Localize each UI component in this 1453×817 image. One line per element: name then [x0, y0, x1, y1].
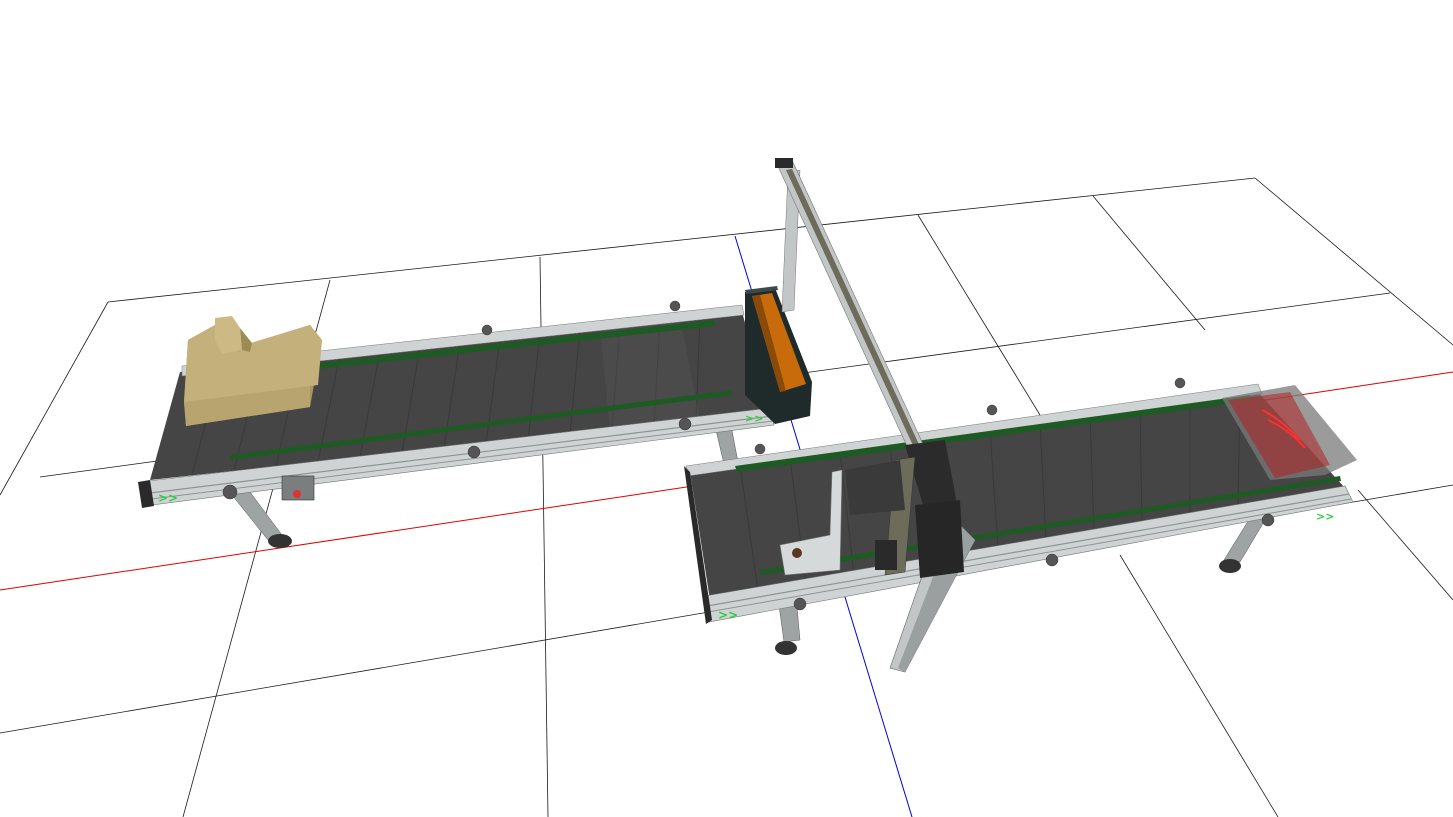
- grid-line: [1254, 177, 1453, 346]
- conveyor-wheel: [268, 534, 292, 548]
- gantry-gripper-block: [875, 540, 897, 570]
- gantry-carriage-motor: [915, 500, 964, 578]
- bracket-knob: [986, 404, 998, 416]
- grid-line: [107, 177, 1256, 303]
- simulation-viewport[interactable]: >> >> >> >>: [0, 0, 1453, 817]
- direction-arrow-icon: >>: [718, 608, 738, 622]
- bracket-knob: [1174, 377, 1186, 389]
- direction-arrow-icon: >>: [745, 412, 763, 425]
- grid-line: [1357, 489, 1453, 601]
- bracket-knob: [1045, 553, 1059, 567]
- grid-line: [1092, 195, 1206, 331]
- stop-button-icon[interactable]: [293, 490, 301, 498]
- grid-line: [0, 301, 109, 496]
- bracket-knob: [222, 484, 238, 500]
- gantry-end-cap: [775, 158, 793, 168]
- conveyor-wheel: [1219, 559, 1241, 573]
- direction-arrow-icon: >>: [158, 491, 178, 505]
- grid-line: [1119, 554, 1279, 817]
- bracket-knob: [793, 597, 807, 611]
- bracket-knob: [678, 417, 692, 431]
- bracket-knob: [1261, 513, 1275, 527]
- collection-bin[interactable]: [745, 286, 812, 424]
- direction-arrow-icon: >>: [1316, 510, 1334, 523]
- bracket-knob: [754, 443, 766, 455]
- bracket-knob: [481, 324, 493, 336]
- gantry-bolt-icon: [792, 548, 802, 558]
- bracket-knob: [669, 300, 681, 312]
- conveyor-wheel: [775, 641, 797, 655]
- grid-line: [917, 214, 1041, 416]
- scene-canvas[interactable]: >> >> >> >>: [0, 0, 1453, 817]
- bracket-knob: [467, 445, 481, 459]
- conveyor-leg: [231, 491, 283, 541]
